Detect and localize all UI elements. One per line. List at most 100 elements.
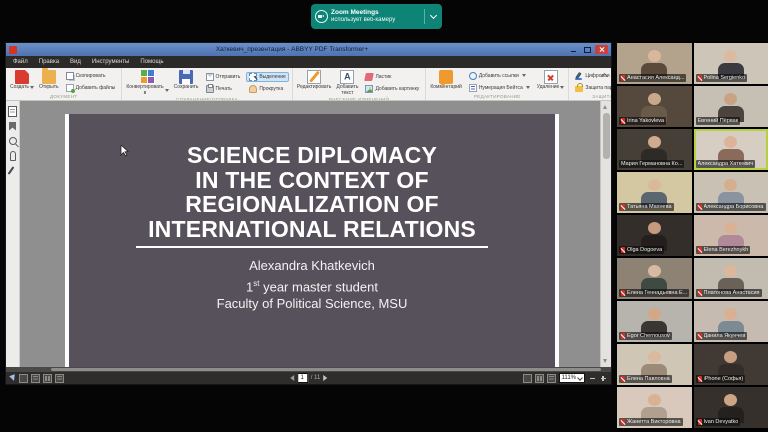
zoom-out-button[interactable] <box>588 374 596 382</box>
slide-title-line: IN THE CONTEXT OF <box>195 167 428 193</box>
button-label: Конвертировать в <box>126 85 163 97</box>
menu-item[interactable]: Помощь <box>140 59 163 65</box>
single-page-view-button[interactable] <box>19 374 28 383</box>
print-button[interactable]: Печать <box>203 84 244 94</box>
minimize-button[interactable] <box>567 45 580 54</box>
participant-tile[interactable]: Александра Хаткевич <box>694 129 768 170</box>
participant-tile[interactable]: Платонова Анастасия <box>694 258 768 299</box>
participant-tile[interactable]: Татьяна Махнева <box>617 172 692 213</box>
comment-button[interactable]: Комментарий <box>429 69 463 94</box>
participant-tile[interactable]: Irina Yakovleva <box>617 86 692 127</box>
vertical-scrollbar-thumb[interactable] <box>603 113 610 159</box>
pages-icon <box>8 106 17 117</box>
search-tool-button[interactable] <box>7 136 18 146</box>
next-page-button[interactable] <box>323 375 327 381</box>
page-count-label: / 11 <box>311 375 321 381</box>
fit-width-button[interactable] <box>535 374 544 383</box>
participant-silhouette-head <box>648 50 661 62</box>
scroll-button[interactable]: Прокрутка <box>246 84 289 94</box>
participant-name: Irina Yakovleva <box>627 118 664 124</box>
save-button[interactable]: Сохранить <box>173 69 200 97</box>
mic-muted-icon <box>698 333 702 339</box>
participant-tile[interactable]: Анастасия Александ... <box>617 43 692 84</box>
window-title: Хаткевич_презентация - ABBYY PDF Transfo… <box>17 46 567 53</box>
pages-tool-button[interactable] <box>7 106 18 116</box>
create-button[interactable]: Создать <box>9 69 35 94</box>
participant-tile[interactable]: Елена Геннадьевна Е... <box>617 258 692 299</box>
ribbon-collapse-button[interactable] <box>600 71 608 79</box>
button-label: Добавить файлы <box>76 85 116 91</box>
participant-silhouette-head <box>724 136 737 148</box>
attachments-tool-button[interactable] <box>7 151 18 161</box>
add-image-button[interactable]: Добавить картинку <box>362 84 422 94</box>
participant-tile[interactable]: Александра Борисовна ... <box>694 172 768 213</box>
close-button[interactable] <box>595 45 608 54</box>
copy-button[interactable]: Скопировать <box>63 71 119 81</box>
participant-tile[interactable]: iPhone (Софья) <box>694 344 768 385</box>
bookmarks-tool-button[interactable] <box>7 121 18 131</box>
zoom-level-select[interactable]: 111% <box>559 373 585 383</box>
ribbon-group-items: СоздатьОткрытьСкопировать Добавить файлы <box>9 69 118 94</box>
eraser-button[interactable]: Ластик <box>362 72 422 82</box>
participant-silhouette-head <box>648 394 661 406</box>
two-page-scroll-view-button[interactable] <box>55 374 64 383</box>
participant-silhouette-head <box>724 265 737 277</box>
participant-silhouette-head <box>648 93 661 105</box>
button-label-row: Добавить текст <box>336 85 358 97</box>
previous-page-button[interactable] <box>290 375 294 381</box>
participant-tile[interactable]: Elena Berezhnykh <box>694 215 768 256</box>
password-protection-button[interactable]: Защита паролем <box>572 83 611 93</box>
delete-button[interactable]: Удаление <box>536 69 566 94</box>
continuous-view-button[interactable] <box>31 374 40 383</box>
participant-name-label: Платонова Анастасия <box>696 289 762 297</box>
participant-name-label: Елена Павловна <box>619 375 672 383</box>
zoom-in-button[interactable] <box>599 374 607 382</box>
participant-tile[interactable]: Елена Павловна <box>617 344 692 385</box>
participant-tile[interactable]: Egor Chernousov <box>617 301 692 342</box>
participant-silhouette-head <box>724 308 737 320</box>
bates-numbering-button[interactable]: Нумерация Бейтса <box>466 83 533 93</box>
participant-name-label: Елена Геннадьевна Е... <box>619 289 689 297</box>
menu-item[interactable]: Инструменты <box>92 59 129 65</box>
participant-name: Ivan Devyatko <box>704 419 739 425</box>
selection-button[interactable]: Выделение <box>246 72 289 82</box>
send-button[interactable]: Отправить <box>203 72 244 82</box>
add-files-button[interactable]: Добавить файлы <box>63 83 119 93</box>
participant-name: Egor Chernousov <box>627 333 670 339</box>
edit-button[interactable]: Редактировать <box>296 69 333 97</box>
open-button[interactable]: Открыть <box>38 69 60 94</box>
pointer-tool-icon[interactable] <box>9 374 17 382</box>
fit-page-button[interactable] <box>523 374 532 383</box>
participant-silhouette-head <box>648 308 661 320</box>
participant-tile[interactable]: Жанетта Викторовна <box>617 387 692 428</box>
participant-tile[interactable]: Olga Dogoeva <box>617 215 692 256</box>
horizontal-scrollbar-thumb[interactable] <box>51 368 601 371</box>
bookmarks-icon <box>9 122 16 131</box>
convert-button[interactable]: Конвертировать в <box>125 69 169 97</box>
pen-tool-button[interactable] <box>7 166 18 176</box>
participant-tile[interactable]: Евгений Пёрвак <box>694 86 768 127</box>
participant-tile[interactable]: Мария Германовна Ко... <box>617 129 692 170</box>
participant-tile[interactable]: Данила Якунчев <box>694 301 768 342</box>
button-label-row: Конвертировать в <box>126 85 168 97</box>
notification-expand-button[interactable] <box>425 15 442 18</box>
add-text-button[interactable]: Добавить текст <box>335 69 359 97</box>
maximize-button[interactable] <box>581 45 594 54</box>
webcam-notification[interactable]: Zoom Meetings использует веб-камеру <box>311 4 442 29</box>
menu-item[interactable]: Файл <box>13 59 28 65</box>
two-page-view-button[interactable] <box>43 374 52 383</box>
title-bar[interactable]: Хаткевич_презентация - ABBYY PDF Transfo… <box>6 43 611 56</box>
menu-item[interactable]: Правка <box>39 59 59 65</box>
participant-tile[interactable]: Ivan Devyatko <box>694 387 768 428</box>
add-links-button[interactable]: Добавить ссылки <box>466 71 533 81</box>
participant-tile[interactable]: Polina Sergienko <box>694 43 768 84</box>
participant-name: Olga Dogoeva <box>627 247 662 253</box>
actual-size-button[interactable] <box>547 374 556 383</box>
vertical-scrollbar[interactable] <box>600 101 611 367</box>
page-number-input[interactable]: 1 <box>297 373 308 383</box>
menu-item[interactable]: Вид <box>70 59 81 65</box>
participant-name-label: Ivan Devyatko <box>696 418 741 426</box>
dropdown-arrow-icon <box>165 89 169 92</box>
convert-icon <box>141 70 155 84</box>
document-canvas[interactable]: SCIENCE DIPLOMACY IN THE CONTEXT OF REGI… <box>20 101 600 367</box>
